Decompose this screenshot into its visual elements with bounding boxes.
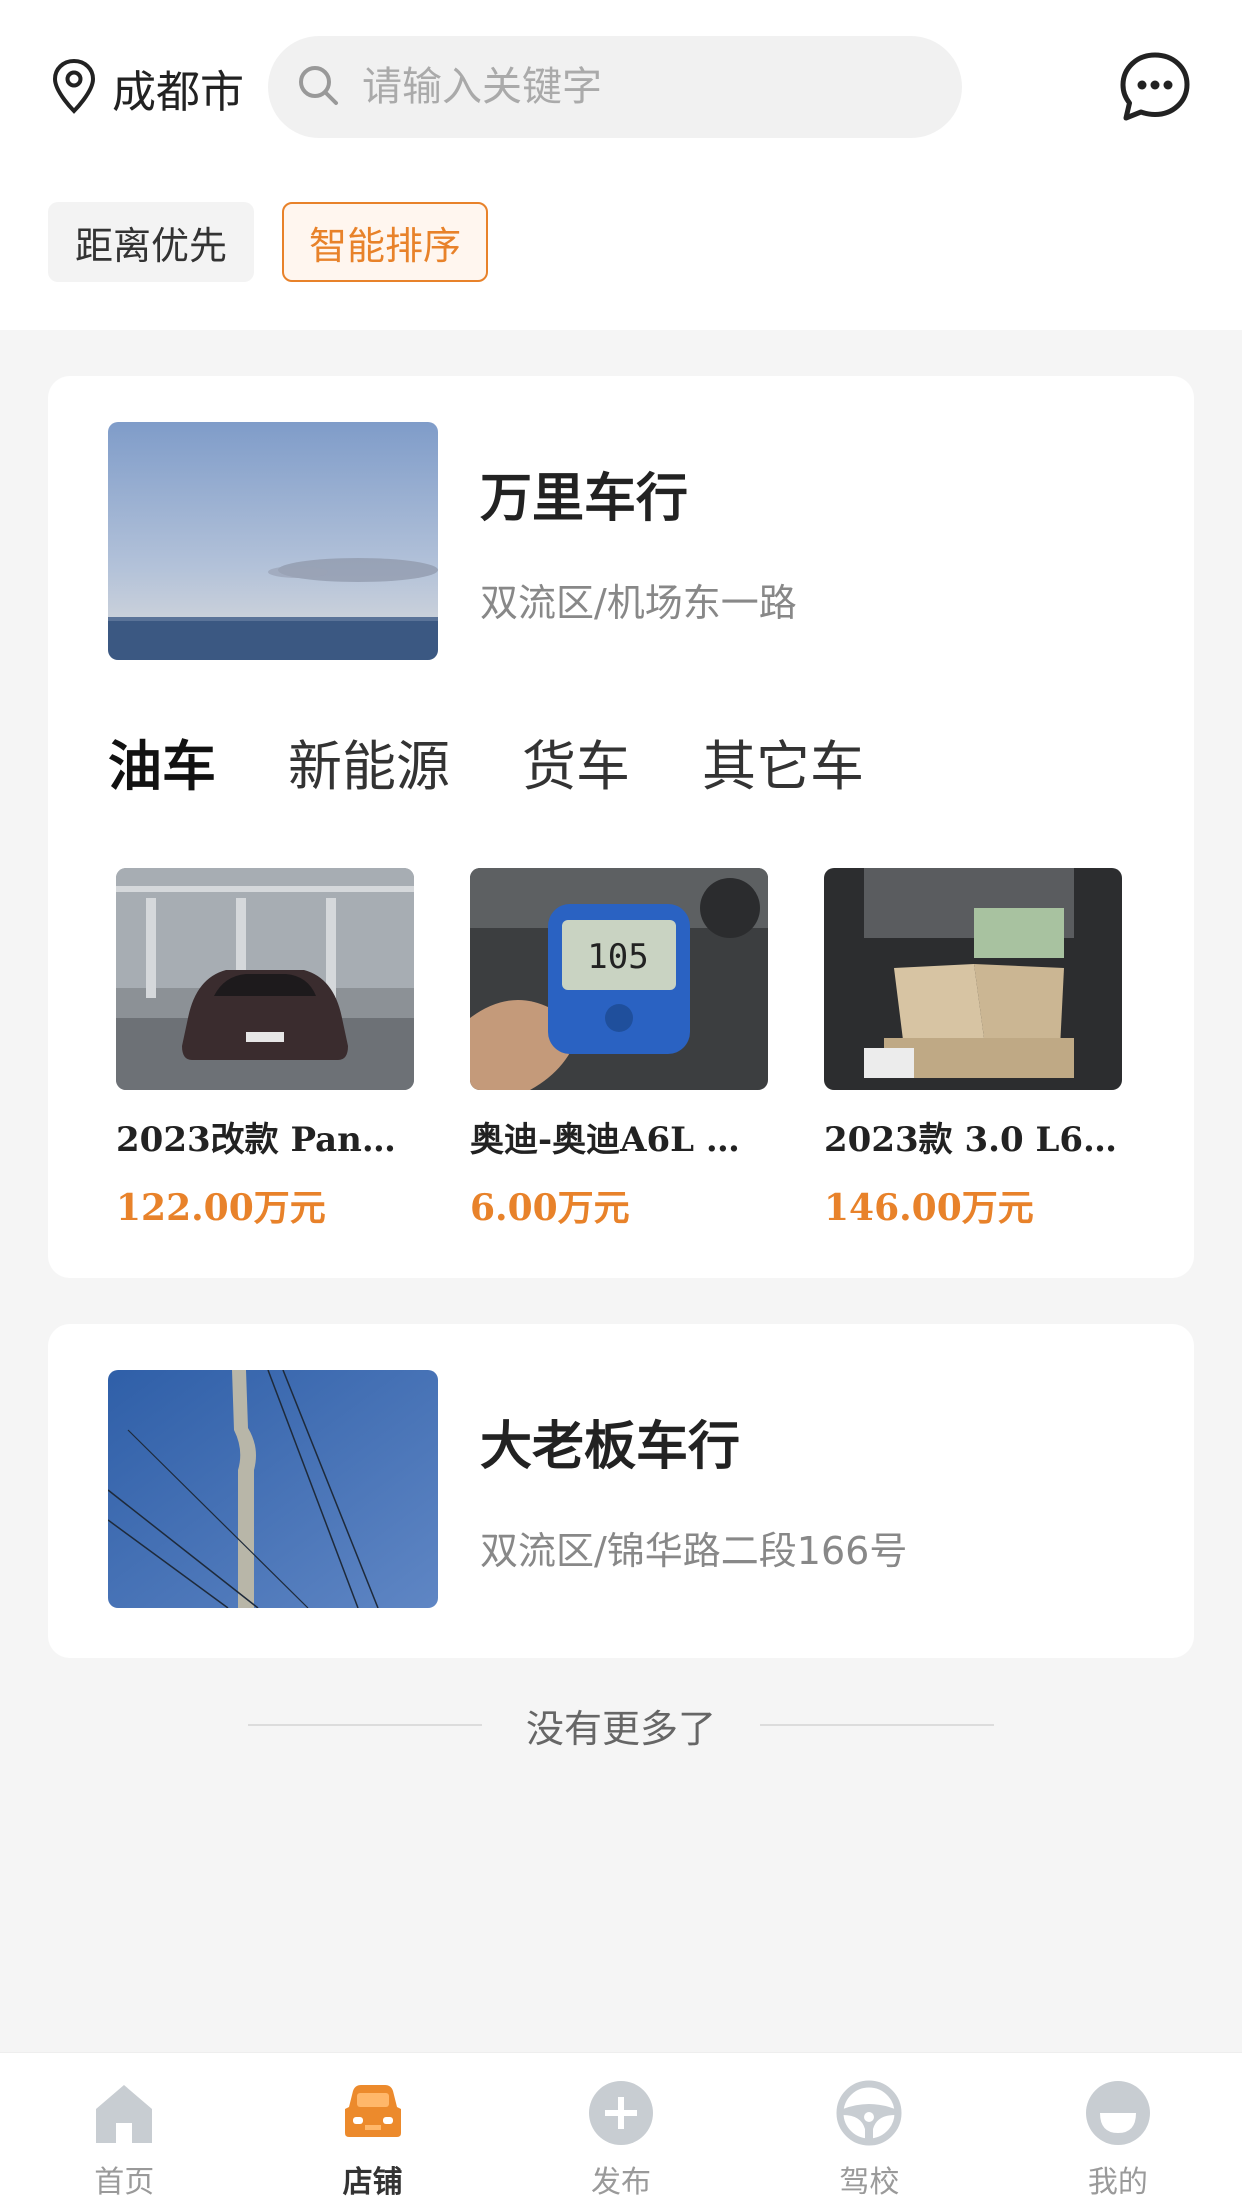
tabbar-label: 驾校 — [839, 2165, 900, 2200]
header: 成都市 距离优先 智能排序 — [0, 0, 1242, 330]
steering-wheel-icon — [833, 2077, 905, 2153]
tabbar-label: 店铺 — [342, 2165, 403, 2200]
car-image[interactable] — [824, 868, 1122, 1090]
tabbar-item-publish[interactable]: 发布 — [497, 2053, 745, 2208]
shop-name[interactable]: 万里车行 — [480, 456, 688, 531]
svg-text:105: 105 — [587, 937, 648, 977]
tab-label: 油车 — [108, 735, 216, 798]
divider — [247, 1724, 482, 1726]
shop-name[interactable]: 大老板车行 — [480, 1404, 740, 1479]
home-icon — [88, 2077, 160, 2153]
tab-other[interactable]: 其它车 — [702, 722, 864, 802]
chat-bubble-icon — [1118, 52, 1192, 128]
shop-image[interactable] — [108, 1370, 438, 1608]
tabbar-label: 我的 — [1087, 2165, 1148, 2200]
car-image[interactable] — [116, 868, 414, 1090]
shop-image[interactable] — [108, 422, 438, 660]
car-item[interactable]: 105 奥迪-奥迪A6L … 6.00万元 — [470, 868, 768, 1231]
car-price: 6.00万元 — [470, 1187, 630, 1229]
vehicle-type-tabs: 油车 新能源 货车 其它车 — [108, 722, 936, 808]
message-button[interactable] — [1118, 50, 1192, 124]
sort-distance-button[interactable]: 距离优先 — [48, 202, 254, 282]
car-title: 2023改款 Pana… — [116, 1120, 414, 1160]
no-more-text: 没有更多了 — [525, 1706, 716, 1751]
plus-circle-icon — [585, 2077, 657, 2153]
car-image[interactable]: 105 — [470, 868, 768, 1090]
shop-card[interactable]: 万里车行 双流区/机场东一路 油车 新能源 货车 其它车 2023改款 Pana… — [48, 376, 1194, 1278]
shop-card[interactable]: 大老板车行 双流区/锦华路二段166号 — [48, 1324, 1194, 1658]
search-input[interactable] — [362, 64, 922, 110]
city-label: 成都市 — [112, 67, 244, 118]
tabbar-item-shop[interactable]: 店铺 — [248, 2053, 496, 2208]
car-item[interactable]: 2023改款 Pana… 122.00万元 — [116, 868, 414, 1231]
sort-smart-button[interactable]: 智能排序 — [282, 202, 488, 282]
car-item[interactable]: 2023款 3.0 L6 … 146.00万元 — [824, 868, 1122, 1231]
car-icon — [337, 2077, 409, 2153]
tab-new-energy[interactable]: 新能源 — [288, 722, 450, 802]
shop-address: 双流区/锦华路二段166号 — [480, 1529, 908, 1573]
profile-icon — [1082, 2077, 1154, 2153]
tabbar-item-driving-school[interactable]: 驾校 — [745, 2053, 993, 2208]
location-pin-icon — [50, 58, 98, 118]
tabbar-label: 首页 — [94, 2165, 155, 2200]
car-price: 146.00万元 — [824, 1187, 1034, 1229]
car-title: 2023款 3.0 L6 … — [824, 1120, 1122, 1160]
search-bar[interactable] — [268, 36, 962, 138]
tab-truck[interactable]: 货车 — [522, 722, 630, 802]
car-price: 122.00万元 — [116, 1187, 326, 1229]
tabbar-item-profile[interactable]: 我的 — [994, 2053, 1242, 2208]
tabbar-item-home[interactable]: 首页 — [0, 2053, 248, 2208]
divider — [760, 1724, 994, 1726]
bottom-tab-bar: 首页 店铺 发布 驾校 我的 — [0, 2052, 1242, 2208]
list-end-indicator: 没有更多了 — [0, 1698, 1242, 1752]
search-icon — [294, 61, 342, 113]
city-selector[interactable]: 成都市 — [50, 58, 244, 118]
car-title: 奥迪-奥迪A6L … — [470, 1120, 740, 1160]
tabbar-label: 发布 — [591, 2165, 652, 2200]
shop-address: 双流区/机场东一路 — [480, 581, 797, 625]
tab-fuel-car[interactable]: 油车 — [108, 722, 216, 808]
